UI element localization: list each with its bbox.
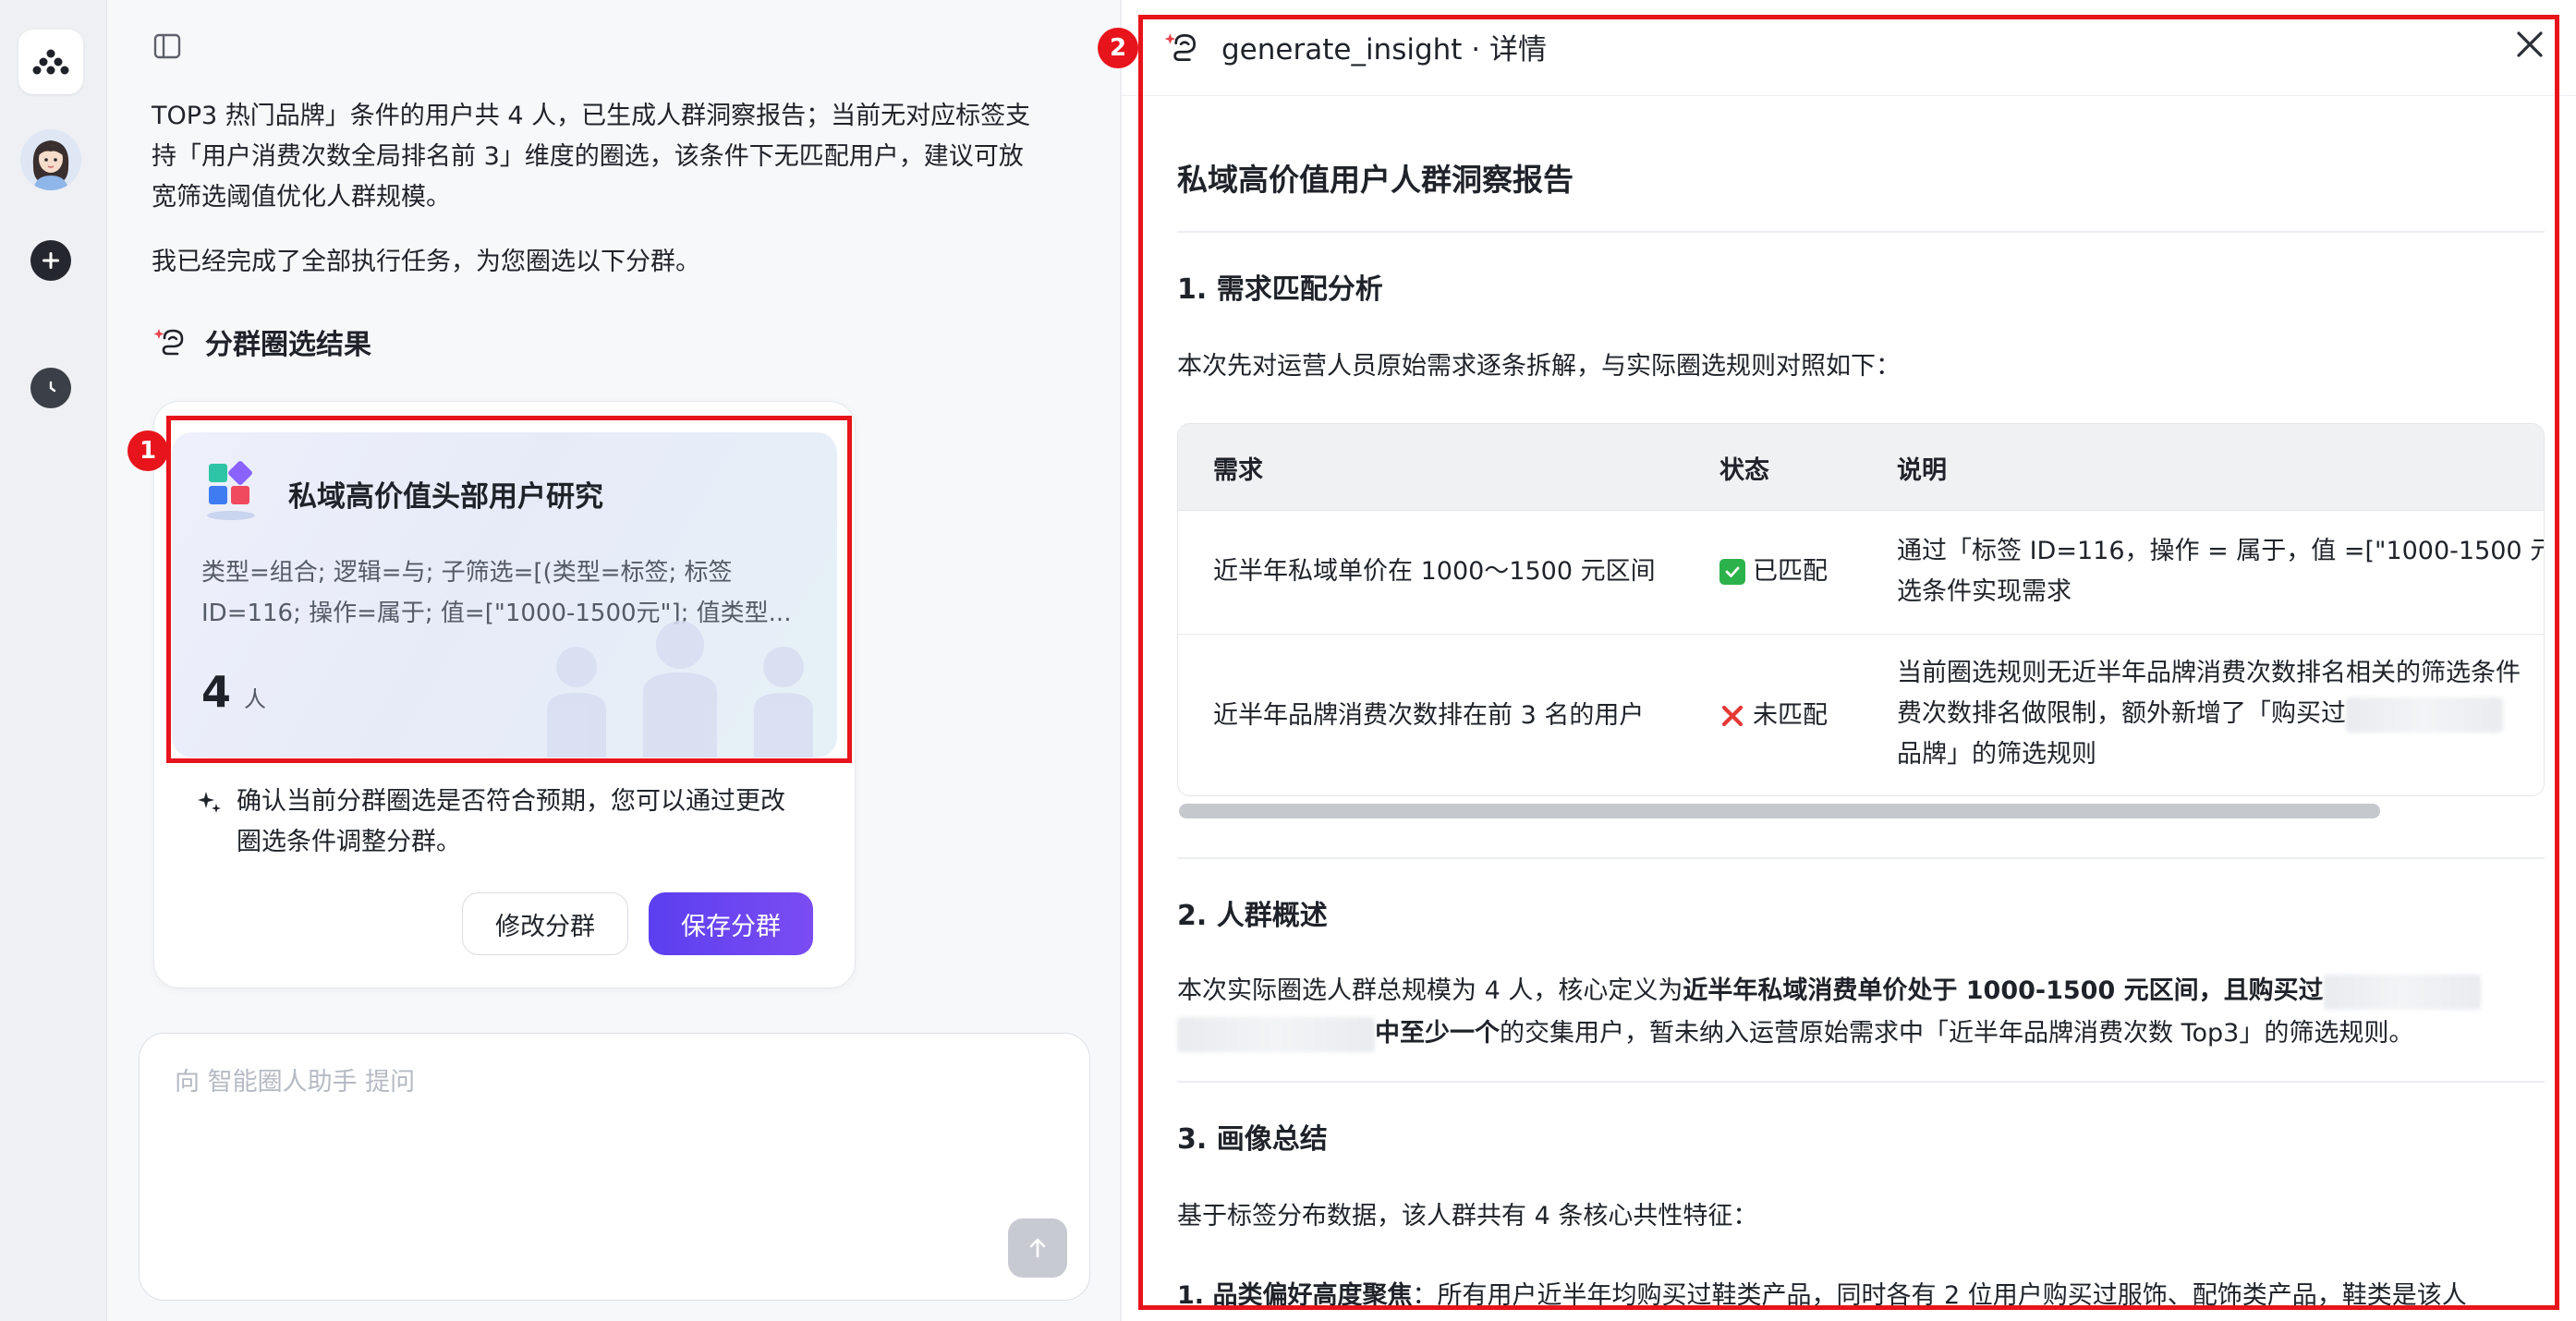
segment-desc-line: 类型=组合; 逻辑=与; 子筛选=[(类型=标签; 标签: [201, 559, 733, 587]
table-row: 近半年私域单价在 1000～1500 元区间 已匹配 通过「标签 ID=116，…: [1178, 511, 2545, 635]
table-header-cell: 需求: [1213, 456, 1263, 485]
message-line: TOP3 热门品牌」条件的用户共 4 人，已生成人群洞察报告；当前无对应标签支: [152, 102, 1031, 130]
table-cell: 近半年品牌消费次数排在前 3 名的用户: [1213, 701, 1645, 730]
clock-icon: [42, 379, 60, 397]
message-line: 持「用户消费次数全局排名前 3」维度的圈选，该条件下无匹配用户，建议可放: [152, 142, 1024, 171]
match-table: 需求 状态 说明 近半年私域单价在 1000～1500 元区间 已匹配 通过「标…: [1177, 423, 2545, 796]
table-cell: 当前圈选规则无近半年品牌消费次数排名相关的筛选条件 费次数排名做限制，额外新增了…: [1897, 653, 2521, 775]
history-button[interactable]: [30, 368, 71, 408]
save-segment-button[interactable]: 保存分群: [649, 892, 813, 955]
divider: [1177, 231, 2545, 233]
section-paragraph: 本次实际圈选人群总规模为 4 人，核心定义为近半年私域消费单价处于 1000-1…: [1177, 970, 2545, 1055]
redacted-text: [2323, 974, 2481, 1010]
note-line: 当前圈选规则无近半年品牌消费次数排名相关的筛选条件: [1897, 659, 2521, 687]
segment-count-unit: 人: [244, 686, 267, 712]
assistant-message: TOP3 热门品牌」条件的用户共 4 人，已生成人群洞察报告；当前无对应标签支 …: [152, 96, 1075, 218]
chat-input[interactable]: [175, 1061, 1006, 1117]
section-heading: 2. 人群概述: [1177, 900, 1328, 932]
status-cell: 未匹配: [1719, 696, 1828, 736]
note-line: 品牌」的筛选规则: [1897, 740, 2096, 769]
close-icon[interactable]: [2509, 24, 2550, 65]
note-line: 费次数排名做限制，额外新增了「购买过: [1897, 694, 2521, 734]
divider: [1177, 1081, 2545, 1083]
section-heading: 1. 需求匹配分析: [1177, 273, 1383, 306]
confirm-line: 确认当前分群圈选是否符合预期，您可以通过更改: [237, 787, 785, 816]
table-cell: 近半年私域单价在 1000～1500 元区间: [1213, 557, 1656, 586]
section-heading: 3. 画像总结: [1177, 1123, 1328, 1156]
segment-count: 4 人: [201, 667, 266, 717]
sparkle-icon: [198, 792, 221, 813]
status-label: 未匹配: [1753, 701, 1828, 730]
chat-input-box: [139, 1033, 1090, 1301]
chat-panel: TOP3 热门品牌」条件的用户共 4 人，已生成人群洞察报告；当前无对应标签支 …: [107, 0, 1120, 1321]
note-line: 通过「标签 ID=116，操作 = 属于，值 =["1000-1500 元: [1897, 537, 2545, 565]
table-cell: 通过「标签 ID=116，操作 = 属于，值 =["1000-1500 元 选条…: [1897, 531, 2545, 612]
arrow-up-icon: [1029, 1238, 1046, 1258]
table-header-cell: 说明: [1897, 456, 1947, 485]
note-line: 选条件实现需求: [1897, 577, 2072, 606]
table-header: 需求 状态 说明: [1178, 424, 2544, 511]
section-title: 分群圈选结果: [205, 329, 371, 361]
check-icon: [1719, 559, 1745, 585]
confirm-hint: 确认当前分群圈选是否符合预期，您可以通过更改 圈选条件调整分群。: [196, 782, 833, 863]
modify-segment-button[interactable]: 修改分群: [462, 892, 628, 955]
table-header-cell: 状态: [1719, 456, 1769, 485]
sparkle-brain-icon: [153, 329, 184, 356]
redacted-text: [2346, 697, 2503, 733]
new-chat-button[interactable]: [30, 240, 71, 281]
assistant-done-message: 我已经完成了全部执行任务，为您圈选以下分群。: [152, 248, 700, 276]
report-title: 私域高价值用户人群洞察报告: [1177, 162, 1574, 198]
segment-cube-icon: [207, 461, 255, 520]
redacted-text: [1177, 1016, 1375, 1052]
segment-title: 私域高价值头部用户研究: [288, 480, 603, 514]
list-item: 1. 品类偏好高度聚焦：所有用户近半年均购买过鞋类产品，同时各有 2 位用户购买…: [1177, 1281, 2467, 1310]
people-illustration-icon: [547, 621, 813, 757]
detail-title: generate_insight · 详情: [1221, 33, 1548, 67]
divider: [1177, 857, 2545, 859]
sparkle-brain-icon: [1164, 33, 1197, 62]
status-cell: 已匹配: [1719, 551, 1828, 592]
segment-result-header: 分群圈选结果: [152, 320, 371, 364]
plus-icon: [43, 252, 59, 269]
confirm-line: 圈选条件调整分群。: [237, 828, 461, 856]
section-paragraph: 本次先对运营人员原始需求逐条拆解，与实际圈选规则对照如下：: [1177, 352, 1901, 381]
segment-card[interactable]: 私域高价值头部用户研究 类型=组合; 逻辑=与; 子筛选=[(类型=标签; 标签…: [172, 432, 837, 757]
annotation-badge-2: 2: [1098, 28, 1138, 68]
message-line: 宽筛选阈值优化人群规模。: [152, 183, 451, 212]
avatar[interactable]: [20, 129, 81, 190]
annotation-badge-1: 1: [128, 430, 168, 471]
sidebar-toggle-icon[interactable]: [153, 33, 188, 65]
app-logo-icon[interactable]: [18, 30, 83, 94]
status-label: 已匹配: [1753, 557, 1828, 586]
send-button[interactable]: [1008, 1218, 1067, 1278]
left-rail: [0, 0, 107, 1321]
detail-panel: generate_insight · 详情 私域高价值用户人群洞察报告 1. 需…: [1122, 0, 2576, 1321]
table-horizontal-scrollbar[interactable]: [1179, 804, 2380, 818]
cross-icon: [1719, 703, 1745, 729]
section-paragraph: 基于标签分布数据，该人群共有 4 条核心共性特征：: [1177, 1202, 1758, 1230]
detail-header: generate_insight · 详情: [1122, 0, 2576, 96]
table-row: 近半年品牌消费次数排在前 3 名的用户 未匹配 当前圈选规则无近半年品牌消费次数…: [1178, 635, 2544, 795]
segment-count-value: 4: [201, 667, 232, 717]
